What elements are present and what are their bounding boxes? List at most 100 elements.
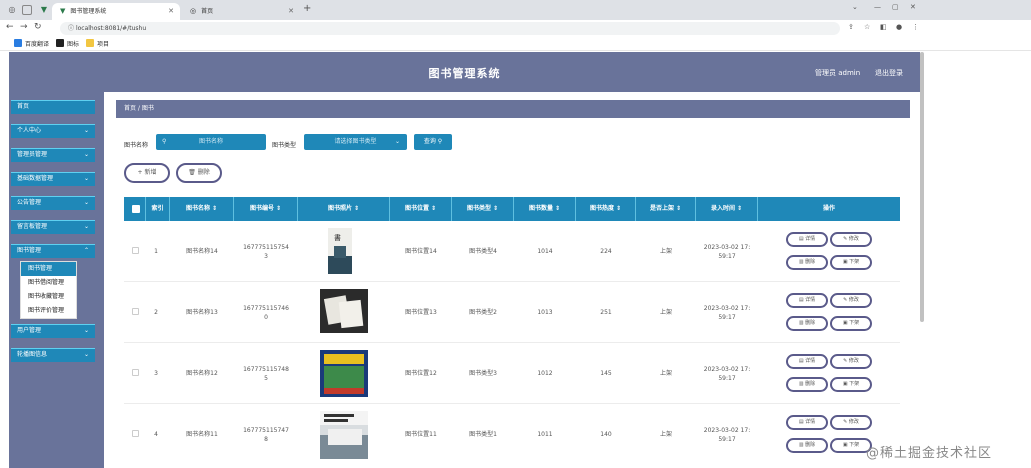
book-type-select[interactable]: 请选择图书类型 ⌄ [304, 134, 407, 150]
row-checkbox[interactable] [132, 430, 139, 437]
tab-book-system[interactable]: ▼ 图书管理系统 ✕ [52, 3, 180, 20]
maximize-icon[interactable]: ▢ [892, 3, 899, 11]
profile-icon[interactable]: ● [896, 23, 902, 31]
column-header[interactable]: 图书热度 ⇕ [576, 197, 636, 221]
column-header[interactable]: 录入时间 ⇕ [696, 197, 758, 221]
logout-link[interactable]: 退出登录 [875, 68, 903, 78]
sidebar-item-messages[interactable]: 留言板管理 ⌄ [11, 220, 95, 234]
tab-home[interactable]: ◎ 首页 ✕ [182, 3, 300, 20]
delete-button[interactable]: ▥ 删除 [786, 438, 828, 453]
book-location: 图书位置12 [405, 370, 437, 377]
sidebar-item-notices[interactable]: 公告管理 ⌄ [11, 196, 95, 210]
back-icon[interactable]: ← [6, 22, 14, 32]
book-name-input[interactable]: ⚲ 图书名称 [156, 134, 266, 150]
sidebar-item-carousel[interactable]: 轮播图信息 ⌄ [11, 348, 95, 362]
submenu-item-favorites[interactable]: 图书收藏管理 [21, 290, 76, 304]
detail-label: 详情 [805, 358, 816, 364]
input-placeholder: 图书名称 [198, 138, 223, 145]
detail-icon: ▤ [798, 236, 804, 242]
row-checkbox[interactable] [132, 247, 139, 254]
add-label: + 新增 [137, 169, 157, 176]
column-header[interactable]: 索引 [146, 197, 170, 221]
query-button[interactable]: 查询 ⚲ [414, 134, 452, 150]
trash-icon: ▥ [798, 320, 804, 326]
tab-search-icon[interactable] [22, 5, 32, 15]
trash-icon: ▥ [798, 381, 804, 387]
close-icon[interactable]: ✕ [288, 3, 294, 20]
edit-button[interactable]: ✎ 修改 [830, 232, 872, 247]
page-scrollbar[interactable] [920, 52, 924, 322]
menu-dots-icon[interactable]: ⋮ [912, 23, 919, 31]
column-header[interactable]: 图书编号 ⇕ [234, 197, 298, 221]
submenu-item-reviews[interactable]: 图书评价管理 [21, 304, 76, 318]
minimize-icon[interactable]: — [874, 3, 881, 11]
app-title: 图书管理系统 [428, 67, 501, 80]
trash-icon: ▥ [798, 442, 804, 448]
column-header[interactable]: 是否上架 ⇕ [636, 197, 696, 221]
share-icon[interactable]: ⇪ [848, 23, 854, 31]
tab-title: 首页 [201, 8, 214, 15]
detail-label: 详情 [805, 297, 816, 303]
column-header[interactable]: 图书类型 ⇕ [452, 197, 514, 221]
detail-button[interactable]: ▤ 详情 [786, 415, 828, 430]
row-index: 4 [154, 431, 158, 438]
sidepanel-icon[interactable]: ◧ [880, 23, 887, 31]
delete-button[interactable]: ▥ 删除 [786, 316, 828, 331]
sidebar-item-profile[interactable]: 个人中心 ⌄ [11, 124, 95, 138]
url-text: localhost:8081/#/tushu [75, 25, 147, 32]
close-window-icon[interactable]: ✕ [910, 3, 916, 11]
search-icon: ⚲ [162, 138, 167, 145]
book-quantity: 1012 [537, 370, 553, 377]
column-header[interactable]: 图书名称 ⇕ [170, 197, 234, 221]
column-header[interactable]: 图书数量 ⇕ [514, 197, 576, 221]
new-tab-icon[interactable]: + [303, 3, 311, 14]
edit-button[interactable]: ✎ 修改 [830, 354, 872, 369]
globe-icon: ◎ [190, 7, 197, 15]
bookmark-item[interactable]: 图标 [56, 39, 79, 49]
column-header[interactable]: 图书位置 ⇕ [390, 197, 452, 221]
column-header[interactable]: 图书照片 ⇕ [298, 197, 390, 221]
bookmark-item[interactable]: 项目 [86, 39, 109, 49]
delete-button[interactable]: ▥ 删除 [786, 377, 828, 392]
submenu-item-borrow[interactable]: 图书借阅管理 [21, 276, 76, 290]
close-icon[interactable]: ✕ [168, 3, 174, 20]
time-line: 59:17 [718, 374, 736, 382]
chevron-down-icon: ⌄ [83, 151, 89, 158]
chevron-down-icon[interactable]: ⌄ [852, 3, 858, 11]
unshelf-button[interactable]: ▣ 下架 [830, 255, 872, 270]
sidebar-item-label: 管理员管理 [17, 151, 48, 158]
unshelf-label: 下架 [849, 442, 860, 448]
edit-button[interactable]: ✎ 修改 [830, 293, 872, 308]
row-checkbox[interactable] [132, 369, 139, 376]
select-all-checkbox[interactable] [132, 205, 140, 213]
star-icon[interactable]: ☆ [864, 23, 870, 31]
sidebar-item-admins[interactable]: 管理员管理 ⌄ [11, 148, 95, 162]
sidebar-item-books[interactable]: 图书管理 ⌃ [11, 244, 95, 258]
edit-label: 修改 [848, 358, 859, 364]
books-submenu: 图书管理 图书借阅管理 图书收藏管理 图书评价管理 [20, 261, 77, 319]
bookmark-item[interactable]: 百度翻译 [14, 39, 49, 49]
detail-button[interactable]: ▤ 详情 [786, 232, 828, 247]
edit-button[interactable]: ✎ 修改 [830, 415, 872, 430]
sidebar-item-users[interactable]: 用户管理 ⌄ [11, 324, 95, 338]
sidebar-item-basedata[interactable]: 基础数据管理 ⌄ [11, 172, 95, 186]
submenu-item-books[interactable]: 图书管理 [21, 262, 76, 276]
unshelf-button[interactable]: ▣ 下架 [830, 316, 872, 331]
forward-icon[interactable]: → [20, 22, 28, 32]
unshelf-button[interactable]: ▣ 下架 [830, 377, 872, 392]
detail-button[interactable]: ▤ 详情 [786, 293, 828, 308]
sidebar-item-home[interactable]: 首页 [11, 100, 95, 114]
shelf-status: 上架 [659, 309, 672, 316]
detail-button[interactable]: ▤ 详情 [786, 354, 828, 369]
batch-delete-button[interactable]: 🗑 删除 [176, 163, 222, 183]
edit-icon: ✎ [843, 358, 848, 364]
add-button[interactable]: + 新增 [124, 163, 170, 183]
row-checkbox[interactable] [132, 308, 139, 315]
reload-icon[interactable]: ↻ [34, 22, 42, 32]
chevron-up-icon: ⌃ [83, 247, 89, 254]
edit-icon: ✎ [843, 236, 848, 242]
vue-icon: ▼ [40, 5, 48, 14]
url-field[interactable]: ⓘ localhost:8081/#/tushu [60, 22, 840, 35]
delete-button[interactable]: ▥ 删除 [786, 255, 828, 270]
edit-icon: ✎ [843, 297, 848, 303]
